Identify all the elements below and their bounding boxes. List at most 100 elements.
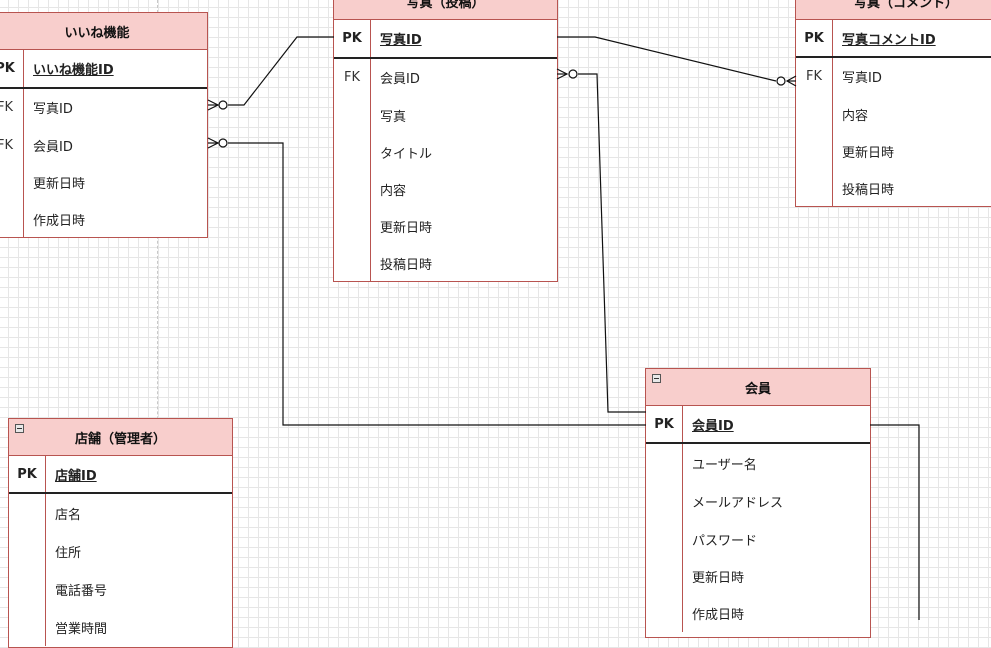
attribute-row[interactable]: 住所 (9, 532, 232, 570)
key-cell: FK (334, 59, 371, 96)
attribute-row[interactable]: 作成日時 (0, 201, 207, 237)
relationship-photo-member (578, 73, 646, 413)
attribute-row[interactable]: 店名 (9, 494, 232, 532)
key-cell (796, 95, 833, 133)
attribute-row[interactable]: 更新日時 (0, 164, 207, 201)
key-cell (9, 532, 46, 570)
relationship-likes-photo (228, 36, 334, 106)
attribute-name: 更新日時 (380, 221, 433, 236)
collapse-toggle-icon[interactable] (15, 424, 24, 433)
attribute-row[interactable]: 更新日時 (646, 558, 870, 595)
key-cell (646, 558, 683, 595)
attribute-name: 写真ID (33, 102, 73, 117)
entity-likes[interactable]: いいね機能 PK いいね機能ID FK 写真ID FK 会員ID 更新日時 作成… (0, 12, 208, 238)
entity-header: 会員 (646, 369, 870, 406)
attribute-row[interactable]: 内容 (334, 171, 557, 208)
attribute-row[interactable]: 電話番号 (9, 570, 232, 608)
attribute-row[interactable]: FK 写真ID (0, 89, 207, 126)
entity-header: 写真（コメント） (796, 0, 991, 20)
attribute-name: 作成日時 (33, 213, 86, 229)
key-cell (334, 96, 371, 134)
attribute-row[interactable]: 作成日時 (646, 595, 870, 632)
key-cell (646, 595, 683, 632)
attribute-row[interactable]: FK 写真ID (796, 58, 991, 95)
attribute-name: 写真ID (842, 71, 882, 86)
attribute-name: ユーザー名 (692, 457, 757, 473)
attribute-row[interactable]: メールアドレス (646, 482, 870, 520)
entity-title: 会員 (744, 381, 771, 397)
attribute-name: 投稿日時 (380, 258, 433, 273)
attribute-name: 会員ID (692, 418, 734, 434)
attribute-name: タイトル (380, 147, 433, 162)
attribute-row[interactable]: FK 会員ID (0, 126, 207, 164)
key-cell (796, 170, 833, 206)
entity-photo[interactable]: 写真（投稿） PK 写真ID FK 会員ID 写真 タイトル 内容 更新日時 投… (333, 0, 558, 282)
attribute-row[interactable]: PK 写真ID (334, 20, 557, 59)
key-cell: PK (0, 50, 24, 87)
attribute-name: 会員ID (380, 72, 420, 87)
attribute-row[interactable]: 投稿日時 (334, 245, 557, 282)
entity-title: 写真（投稿） (406, 0, 485, 11)
relationship-comment-photo (557, 36, 777, 82)
attribute-name: 店舗ID (55, 468, 97, 484)
attribute-name: 更新日時 (842, 146, 895, 161)
collapse-toggle-icon[interactable] (652, 374, 661, 383)
key-cell (9, 494, 46, 532)
attribute-row[interactable]: FK 会員ID (334, 59, 557, 96)
attribute-row[interactable]: 営業時間 (9, 608, 232, 646)
attribute-name: 住所 (55, 545, 82, 561)
key-cell: FK (0, 126, 24, 164)
attribute-row[interactable]: PK 写真コメントID (796, 20, 991, 58)
key-cell (0, 201, 24, 237)
attribute-name: 写真コメントID (842, 32, 936, 48)
attribute-name: 営業時間 (55, 621, 108, 637)
attribute-row[interactable]: 投稿日時 (796, 170, 991, 206)
attribute-row[interactable]: PK 会員ID (646, 406, 870, 444)
entity-title: いいね機能 (64, 25, 130, 41)
attribute-name: 写真 (380, 109, 407, 125)
attribute-name: 作成日時 (692, 608, 745, 623)
key-cell: FK (0, 89, 24, 126)
key-cell (9, 570, 46, 608)
attribute-row[interactable]: 写真 (334, 96, 557, 134)
attribute-row[interactable]: タイトル (334, 134, 557, 171)
crowsfoot-likes-photo-icon (207, 99, 228, 111)
attribute-name: 会員ID (33, 139, 73, 155)
attribute-name: パスワード (692, 533, 758, 549)
attribute-row[interactable]: PK いいね機能ID (0, 50, 207, 89)
key-cell: PK (796, 20, 833, 56)
attribute-name: 店名 (55, 507, 82, 523)
attribute-row[interactable]: ユーザー名 (646, 444, 870, 482)
attribute-name: メールアドレス (692, 495, 784, 511)
entity-title: 店舗（管理者） (74, 431, 166, 447)
attribute-name: 写真ID (380, 33, 422, 48)
entity-comment[interactable]: 写真（コメント） PK 写真コメントID FK 写真ID 内容 更新日時 投稿日… (795, 0, 991, 207)
key-cell (334, 208, 371, 245)
key-cell (796, 133, 833, 170)
entity-header: 写真（投稿） (334, 0, 557, 20)
attribute-row[interactable]: 更新日時 (334, 208, 557, 245)
key-cell: FK (796, 58, 833, 95)
attribute-row[interactable]: パスワード (646, 520, 870, 558)
entity-header: 店舗（管理者） (9, 419, 232, 456)
entity-title: 写真（コメント） (853, 0, 958, 11)
key-cell (646, 520, 683, 558)
entity-header: いいね機能 (0, 13, 207, 50)
attribute-row[interactable]: PK 店舗ID (9, 456, 232, 494)
attribute-name: 更新日時 (692, 571, 745, 586)
crowsfoot-photo-member-icon (556, 68, 578, 80)
entity-store[interactable]: 店舗（管理者） PK 店舗ID 店名 住所 電話番号 営業時間 (8, 418, 233, 648)
key-cell (0, 164, 24, 201)
attribute-name: 電話番号 (55, 583, 108, 599)
key-cell (334, 134, 371, 171)
key-cell (646, 444, 683, 482)
attribute-row[interactable]: 内容 (796, 95, 991, 133)
attribute-row[interactable]: 更新日時 (796, 133, 991, 170)
key-cell (9, 608, 46, 646)
attribute-name: 更新日時 (33, 177, 86, 192)
crowsfoot-likes-member-icon (207, 137, 228, 149)
key-cell (334, 245, 371, 282)
entity-member[interactable]: 会員 PK 会員ID ユーザー名 メールアドレス パスワード 更新日時 作成日時 (645, 368, 871, 638)
diagram-canvas: いいね機能 PK いいね機能ID FK 写真ID FK 会員ID 更新日時 作成… (0, 0, 991, 648)
attribute-name: 内容 (380, 184, 407, 199)
